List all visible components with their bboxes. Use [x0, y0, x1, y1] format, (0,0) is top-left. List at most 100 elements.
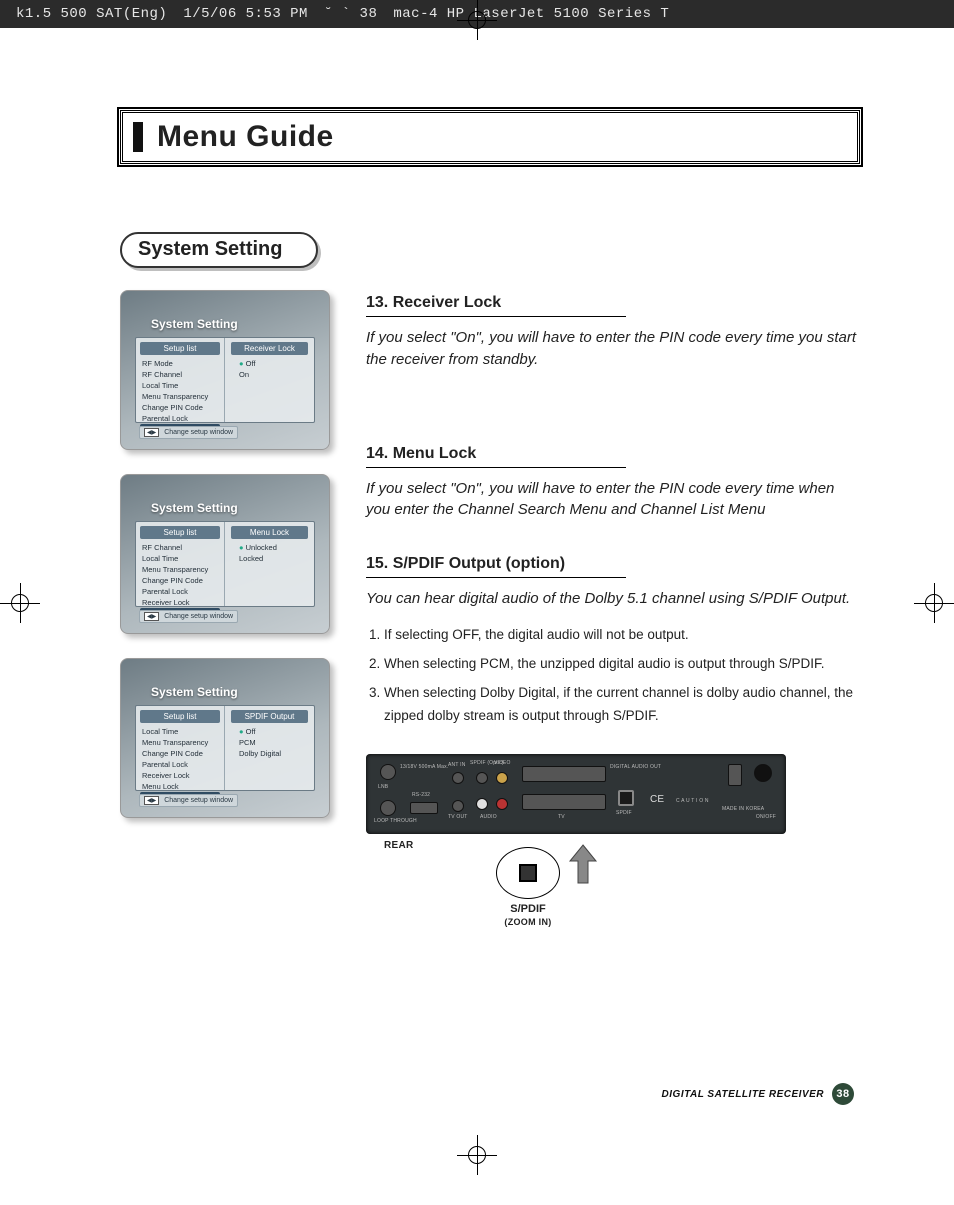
list-item: Change PIN Code [140, 575, 220, 586]
list-item: If selecting OFF, the digital audio will… [384, 624, 860, 647]
page: k1.5 500 SAT(Eng) 1/5/06 5:53 PM ˘ ` 38 … [0, 0, 954, 1205]
screenshot-column: System Setting Setup list RF Mode RF Cha… [120, 290, 340, 927]
onoff-text: ON/OFF [756, 814, 776, 820]
footer-text: DIGITAL SATELLITE RECEIVER [662, 1089, 824, 1100]
screenshot-panel: Setup list RF Mode RF Channel Local Time… [135, 337, 315, 423]
lnb-text: LNB [378, 784, 388, 790]
left-list-header: Setup list [140, 526, 220, 539]
screenshot-title: System Setting [151, 317, 238, 331]
heading-underline [366, 467, 626, 468]
body-receiver-lock: If you select "On", you will have to ent… [366, 327, 860, 371]
crop-mark-right [914, 583, 954, 623]
rs232-text: RS-232 [412, 792, 430, 798]
screenshot-receiver-lock: System Setting Setup list RF Mode RF Cha… [120, 290, 330, 450]
right-list-header: Receiver Lock [231, 342, 308, 355]
list-item: Receiver Lock [140, 770, 220, 781]
heading-menu-lock: 14. Menu Lock [366, 445, 860, 468]
loop-port-icon [380, 800, 396, 816]
screenshot-panel: Setup list RF Channel Local Time Menu Tr… [135, 521, 315, 607]
screenshot-footer: ◀▶ Change setup window [139, 426, 238, 439]
left-item-list: RF Channel Local Time Menu Transparency … [140, 542, 220, 619]
list-item: Change PIN Code [140, 402, 220, 413]
arrow-key-icon: ◀▶ [144, 796, 159, 805]
lnb-port-icon [380, 764, 396, 780]
body-menu-lock: If you select "On", you will have to ent… [366, 478, 860, 522]
screenshot-panel: Setup list Local Time Menu Transparency … [135, 705, 315, 791]
footer-text: Change setup window [164, 613, 233, 620]
screenshot-menu-lock: System Setting Setup list RF Channel Loc… [120, 474, 330, 634]
list-item: Local Time [140, 380, 220, 391]
title-left-bar [133, 122, 143, 152]
page-number-badge: 38 [832, 1083, 854, 1105]
list-item: Menu Transparency [140, 737, 220, 748]
left-list-header: Setup list [140, 342, 220, 355]
list-item: Parental Lock [140, 586, 220, 597]
body-spdif: You can hear digital audio of the Dolby … [366, 588, 860, 610]
rs232-port-icon [410, 802, 438, 814]
tv-out-icon [452, 800, 464, 812]
lnb-label: 13/18V 500mA Max. [400, 764, 448, 770]
ant-in-icon [452, 772, 464, 784]
screenshot-footer: ◀▶ Change setup window [139, 610, 238, 623]
right-list-header: Menu Lock [231, 526, 308, 539]
list-item: Local Time [140, 726, 220, 737]
video-text: VIDEO [494, 760, 511, 766]
loop-text: LOOP THROUGH [374, 818, 417, 824]
list-item: Parental Lock [140, 759, 220, 770]
list-item: When selecting Dolby Digital, if the cur… [384, 682, 860, 728]
screenshot-spdif-output: System Setting Setup list Local Time Men… [120, 658, 330, 818]
arrow-up-icon [566, 843, 600, 887]
list-item: Parental Lock [140, 413, 220, 424]
caution-text: C A U T I O N [676, 798, 709, 804]
rear-panel-image: 13/18V 500mA Max. LNB LOOP THROUGH RS-23… [366, 754, 786, 834]
zoom-sublabel: (ZOOM IN) [496, 917, 560, 927]
list-item: Change PIN Code [140, 748, 220, 759]
two-column-layout: System Setting Setup list RF Mode RF Cha… [120, 290, 860, 927]
option: PCM [231, 737, 308, 748]
heading-spdif: 15. S/PDIF Output (option) [366, 555, 860, 578]
list-item: Menu Transparency [140, 391, 220, 402]
screenshot-footer: ◀▶ Change setup window [139, 794, 238, 807]
zoom-circle [496, 847, 560, 899]
screenshot-title: System Setting [151, 501, 238, 515]
section-pill: System Setting [120, 232, 318, 268]
right-list-header: SPDIF Output [231, 710, 308, 723]
list-item: RF Mode [140, 358, 220, 369]
crop-mark-bottom [457, 1135, 497, 1175]
left-list-header: Setup list [140, 710, 220, 723]
heading-underline [366, 577, 626, 578]
text-column: 13. Receiver Lock If you select "On", yo… [366, 290, 860, 927]
spdif-list: If selecting OFF, the digital audio will… [366, 624, 860, 728]
print-job-device: mac-4 HP LaserJet 5100 Series T [393, 0, 669, 28]
arrow-key-icon: ◀▶ [144, 612, 159, 621]
heading-receiver-lock: 13. Receiver Lock [366, 294, 860, 317]
audio-r-icon [496, 798, 508, 810]
tv-scart-text: TV [558, 814, 565, 820]
heading-underline [366, 316, 626, 317]
scart-2-icon [522, 794, 606, 810]
option-selected: Off [231, 726, 308, 737]
page-footer: DIGITAL SATELLITE RECEIVER 38 [662, 1083, 854, 1105]
zoom-label: S/PDIF [496, 903, 560, 915]
power-switch-icon [754, 764, 772, 782]
print-job-name: k1.5 500 SAT(Eng) [16, 0, 167, 28]
list-item: Menu Transparency [140, 564, 220, 575]
spdif-port-icon [618, 790, 634, 806]
option: On [231, 369, 308, 380]
option-selected: Unlocked [231, 542, 308, 553]
option-selected: Off [231, 358, 308, 369]
screenshot-title: System Setting [151, 685, 238, 699]
list-item: Menu Lock [140, 781, 220, 792]
list-item: RF Channel [140, 542, 220, 553]
scart-1-icon [522, 766, 606, 782]
tv-out-text: TV OUT [448, 814, 468, 820]
made-in-text: MADE IN KOREA [722, 806, 764, 812]
footer-text: Change setup window [164, 797, 233, 804]
title-box: Menu Guide [120, 110, 860, 164]
rear-panel-wrap: 13/18V 500mA Max. LNB LOOP THROUGH RS-23… [366, 754, 860, 927]
page-title: Menu Guide [157, 120, 334, 154]
footer-text: Change setup window [164, 429, 233, 436]
heading-text: 14. Menu Lock [366, 445, 476, 462]
spdif-zoom-icon [519, 864, 537, 882]
audio-text: AUDIO [480, 814, 497, 820]
